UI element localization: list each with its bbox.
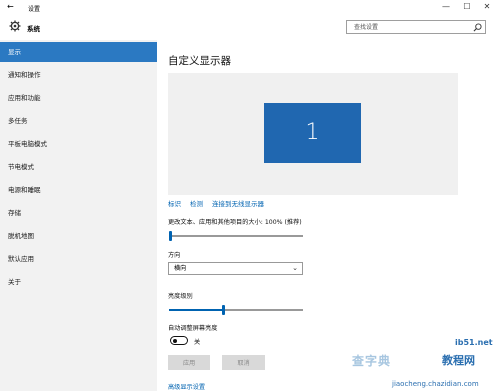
- sidebar-item-offline-maps[interactable]: 脱机地图: [0, 226, 157, 246]
- sidebar-item-default-apps[interactable]: 默认应用: [0, 249, 157, 269]
- sidebar-item-apps-features[interactable]: 应用和功能: [0, 88, 157, 108]
- back-arrow-icon[interactable]: ←: [7, 3, 14, 11]
- search-input[interactable]: [347, 21, 474, 33]
- scale-slider-thumb[interactable]: [169, 231, 172, 241]
- sidebar-item-notifications[interactable]: 通知和操作: [0, 65, 157, 85]
- toggle-state: 关: [194, 339, 201, 346]
- watermark-text-2: 教程网: [442, 354, 475, 367]
- page-title: 自定义显示器: [168, 55, 231, 67]
- search-box[interactable]: [346, 20, 486, 34]
- apply-button[interactable]: 应用: [168, 355, 210, 370]
- sidebar-item-storage[interactable]: 存储: [0, 203, 157, 223]
- toggle-knob: [173, 338, 177, 343]
- detect-link[interactable]: 检测: [190, 200, 203, 208]
- chevron-down-icon: ⌄: [292, 264, 298, 272]
- brightness-label: 亮度级别: [168, 293, 193, 300]
- section-title: 系统: [27, 25, 40, 33]
- orientation-label: 方向: [168, 252, 181, 259]
- sidebar-item-battery-saver[interactable]: 节电模式: [0, 157, 157, 177]
- sidebar-item-power-sleep[interactable]: 电源和睡眠: [0, 180, 157, 200]
- sidebar-item-tablet-mode[interactable]: 平板电脑模式: [0, 134, 157, 154]
- advanced-display-settings-link[interactable]: 高级显示设置: [168, 382, 205, 391]
- orientation-select[interactable]: 横向 ⌄: [168, 262, 303, 275]
- monitor-tile[interactable]: 1: [264, 103, 361, 163]
- watermark-url: jiaocheng.chazidian.com: [392, 380, 479, 388]
- auto-brightness-label: 自动调整屏幕亮度: [168, 325, 218, 332]
- display-links: 标识 检测 连接到无线显示器: [168, 198, 273, 208]
- scale-label: 更改文本、应用和其他项目的大小: 100% (推荐): [168, 219, 302, 226]
- brightness-slider-thumb[interactable]: [221, 305, 225, 315]
- maximize-button[interactable]: ☐: [462, 2, 472, 12]
- watermark-ib51: ib51.net: [455, 338, 493, 347]
- orientation-value: 横向: [174, 265, 187, 272]
- brightness-slider-track[interactable]: [169, 309, 303, 311]
- cancel-button[interactable]: 取消: [222, 355, 265, 370]
- connect-wireless-link[interactable]: 连接到无线显示器: [212, 200, 264, 208]
- gear-icon: [9, 20, 21, 32]
- close-button[interactable]: ✕: [482, 2, 492, 12]
- sidebar: 显示 通知和操作 应用和功能 多任务 平板电脑模式 节电模式 电源和睡眠 存储 …: [0, 40, 157, 391]
- title-bar: ← 设置 — ☐ ✕: [0, 0, 500, 16]
- sidebar-item-display[interactable]: 显示: [0, 42, 157, 62]
- sidebar-item-multitasking[interactable]: 多任务: [0, 111, 157, 131]
- sidebar-item-about[interactable]: 关于: [0, 272, 157, 292]
- scale-slider-track[interactable]: [169, 235, 303, 237]
- window-title: 设置: [28, 6, 41, 13]
- minimize-button[interactable]: —: [441, 2, 451, 12]
- watermark-text: 查字典: [352, 354, 392, 368]
- brightness-slider-fill: [169, 309, 223, 311]
- search-icon[interactable]: [473, 23, 482, 32]
- identify-link[interactable]: 标识: [168, 200, 181, 208]
- auto-brightness-toggle[interactable]: [170, 336, 188, 345]
